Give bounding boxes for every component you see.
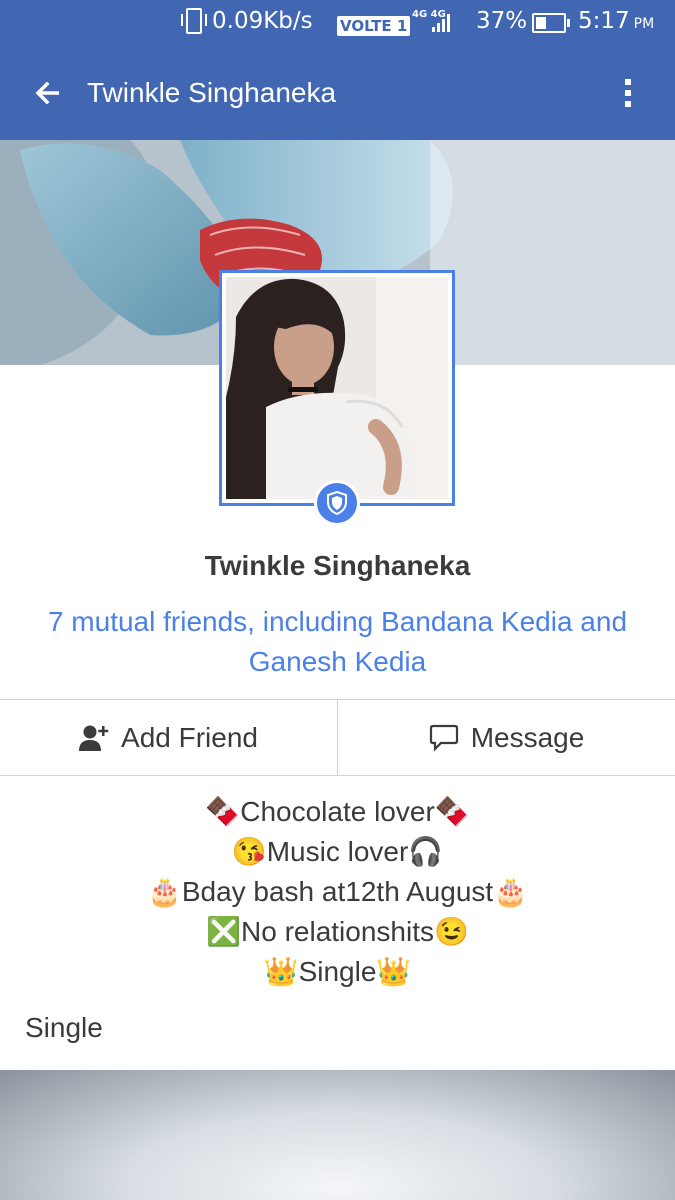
app-bar-title: Twinkle Singhaneka <box>87 77 337 108</box>
menu-dot <box>625 79 631 85</box>
bio-line: 👑Single👑 <box>263 956 412 987</box>
volte-badge: VOLTE 1 <box>337 16 411 36</box>
menu-dot <box>625 101 631 107</box>
status-left: 0.09Kb/s <box>181 8 313 34</box>
bio: 🍫Chocolate lover🍫 😘Music lover🎧 🎂Bday ba… <box>0 792 675 992</box>
profile-photo-image <box>226 277 448 499</box>
relationship-status: Single <box>25 1012 103 1043</box>
clock: 5:17 PM <box>578 8 654 34</box>
add-friend-button[interactable]: Add Friend <box>0 700 337 775</box>
action-row: Add Friend Message <box>0 699 675 776</box>
message-button[interactable]: Message <box>337 700 675 775</box>
status-bar: 0.09Kb/s VOLTE 1 4G 4G 37% 5:17 PM <box>0 0 675 46</box>
signal-icon <box>432 14 450 32</box>
profile-picture[interactable] <box>219 270 455 506</box>
vibrate-icon <box>181 8 207 34</box>
menu-dot <box>625 90 631 96</box>
bio-line: 🎂Bday bash at12th August🎂 <box>146 876 529 907</box>
clock-ampm: PM <box>633 16 655 32</box>
message-icon <box>429 724 458 752</box>
profile-name: Twinkle Singhaneka <box>204 550 471 581</box>
shield-icon <box>327 491 347 515</box>
battery-percent: 37% <box>476 8 528 34</box>
battery-icon <box>532 13 570 33</box>
bio-line: 😘Music lover🎧 <box>231 836 444 867</box>
feed-photo[interactable] <box>0 1070 675 1200</box>
back-button[interactable] <box>28 73 68 113</box>
mutual-friends-link[interactable]: 7 mutual friends, including Bandana Kedi… <box>20 602 655 682</box>
profile-screen: 0.09Kb/s VOLTE 1 4G 4G 37% 5:17 PM Twinkl… <box>0 0 675 1200</box>
clock-time: 5:17 <box>578 8 630 34</box>
bio-line: 🍫Chocolate lover🍫 <box>205 796 470 827</box>
add-friend-icon <box>79 725 109 751</box>
overflow-menu-button[interactable] <box>610 73 646 113</box>
add-friend-label: Add Friend <box>121 721 258 753</box>
bio-line: ❎No relationshits😉 <box>206 916 469 947</box>
net-speed: 0.09Kb/s <box>212 8 313 34</box>
profile-guard-badge <box>314 480 360 526</box>
back-arrow-icon <box>35 82 59 104</box>
message-label: Message <box>470 721 585 753</box>
app-bar: Twinkle Singhaneka <box>0 46 675 140</box>
